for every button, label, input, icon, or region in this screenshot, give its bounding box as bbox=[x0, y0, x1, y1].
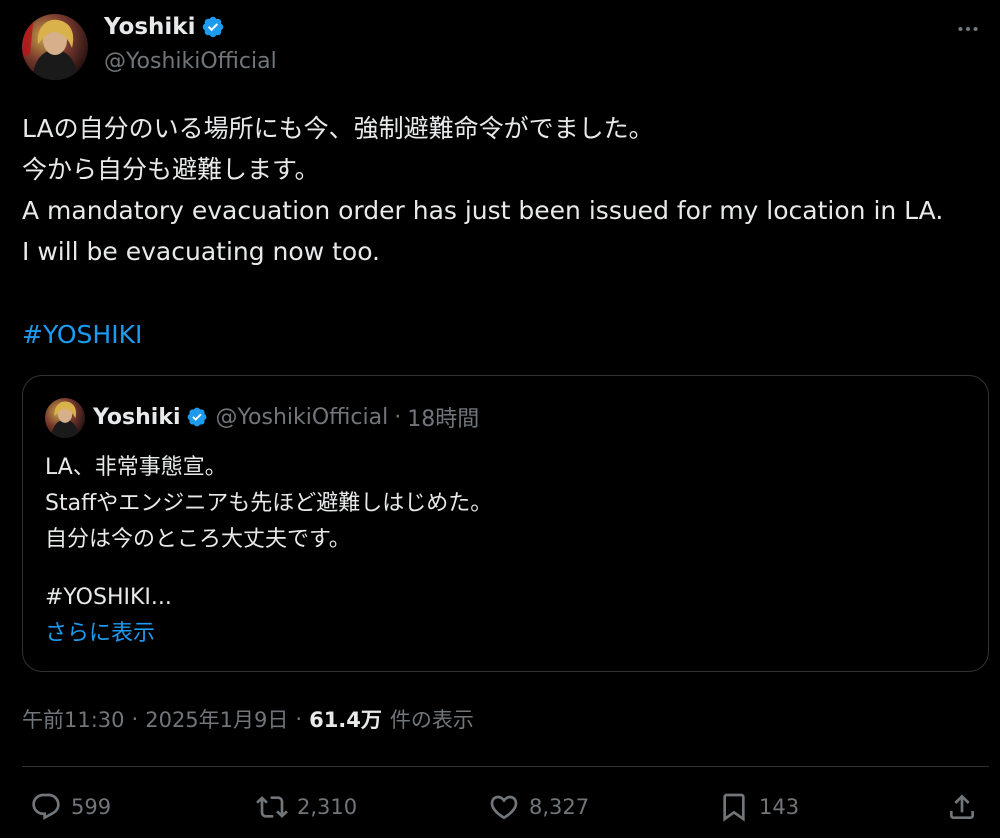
post-text-line: LAの自分のいる場所にも今、強制避難命令がでました。 bbox=[22, 114, 654, 143]
reply-count: 599 bbox=[71, 795, 112, 819]
divider bbox=[22, 766, 989, 767]
post-date[interactable]: 2025年1月9日 bbox=[145, 704, 288, 734]
quoted-post-text: LA、非常事態宣。 Staffやエンジニアも先ほど避難しはじめた。 自分は今のと… bbox=[45, 450, 965, 558]
quoted-post[interactable]: Yoshiki @YoshikiOfficial · 18時間 LA、非常事態宣… bbox=[22, 375, 989, 672]
author-handle[interactable]: @YoshikiOfficial bbox=[104, 49, 277, 74]
repost-icon bbox=[256, 796, 288, 818]
bookmark-count: 143 bbox=[759, 795, 800, 819]
post-time[interactable]: 午前11:30 bbox=[22, 704, 125, 734]
view-count[interactable]: 61.4万 bbox=[309, 704, 382, 734]
post-meta: 午前11:30 · 2025年1月9日 · 61.4万 件の表示 bbox=[22, 704, 474, 734]
separator-dot: · bbox=[131, 707, 139, 731]
author-avatar[interactable] bbox=[22, 14, 88, 80]
share-icon bbox=[950, 794, 974, 819]
show-more-link[interactable]: さらに表示 bbox=[45, 616, 155, 652]
post-hashtag-link[interactable]: #YOSHIKI bbox=[22, 314, 142, 355]
quoted-text-line: 自分は今のところ大丈夫です。 bbox=[45, 527, 351, 552]
quoted-text-line: Staffやエンジニアも先ほど避難しはじめた。 bbox=[45, 491, 493, 516]
heart-icon bbox=[490, 795, 518, 820]
share-button[interactable] bbox=[946, 788, 978, 826]
bookmark-button[interactable]: 143 bbox=[718, 788, 799, 826]
reply-icon bbox=[32, 793, 60, 820]
more-options-button[interactable] bbox=[952, 16, 984, 42]
verified-badge-icon[interactable] bbox=[201, 15, 225, 39]
like-button[interactable]: 8,327 bbox=[488, 788, 589, 826]
verified-badge-icon bbox=[186, 406, 208, 428]
author-display-name[interactable]: Yoshiki bbox=[104, 14, 195, 40]
quoted-post-header: Yoshiki @YoshikiOfficial · 18時間 bbox=[93, 401, 479, 433]
quoted-author-avatar[interactable] bbox=[45, 398, 85, 438]
like-count: 8,327 bbox=[529, 795, 590, 819]
post-text-line: A mandatory evacuation order has just be… bbox=[22, 196, 944, 225]
author-name-row[interactable]: Yoshiki bbox=[104, 12, 225, 42]
quoted-post-time[interactable]: 18時間 bbox=[407, 401, 479, 433]
repost-button[interactable]: 2,310 bbox=[256, 788, 357, 826]
more-options-icon bbox=[958, 26, 978, 32]
view-count-label: 件の表示 bbox=[389, 708, 474, 732]
post-text-line: I will be evacuating now too. bbox=[22, 237, 380, 266]
post-text-line: 今から自分も避難します。 bbox=[22, 155, 320, 184]
quoted-author-display-name[interactable]: Yoshiki bbox=[93, 405, 181, 430]
bookmark-icon bbox=[723, 793, 745, 822]
quoted-author-handle[interactable]: @YoshikiOfficial bbox=[216, 405, 389, 430]
repost-count: 2,310 bbox=[297, 795, 358, 819]
quoted-text-line: LA、非常事態宣。 bbox=[45, 455, 227, 480]
post-text: LAの自分のいる場所にも今、強制避難命令がでました。 今から自分も避難します。 … bbox=[22, 108, 982, 272]
separator-dot: · bbox=[394, 404, 402, 430]
post: Yoshiki @YoshikiOfficial LAの自分のいる場所にも今、強… bbox=[0, 0, 1000, 838]
reply-button[interactable]: 599 bbox=[30, 788, 111, 826]
quoted-hashtag: #YOSHIKI... bbox=[45, 585, 172, 610]
separator-dot: · bbox=[295, 707, 303, 731]
